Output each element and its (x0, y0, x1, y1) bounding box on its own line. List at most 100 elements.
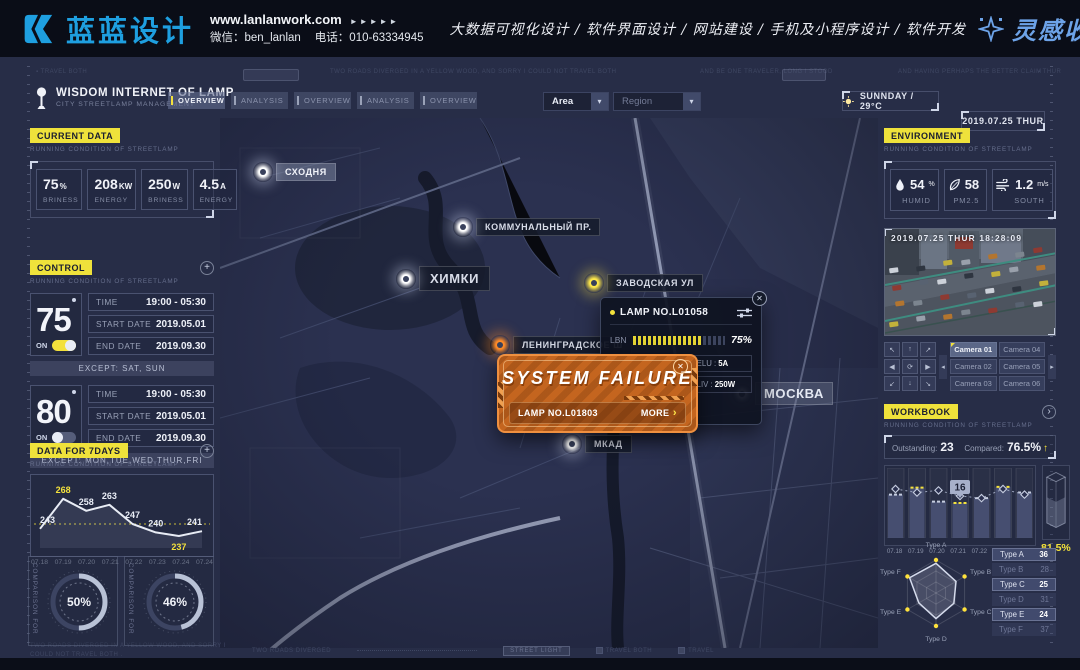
end-date-row[interactable]: END DATE2019.09.30 (88, 337, 214, 355)
region-select[interactable]: Region (613, 92, 701, 111)
system-failure-popup: SYSTEM FAILURE LAMP NO.L01803 MORE (497, 354, 698, 433)
failure-lamp-id: LAMP NO.L01803 (518, 408, 598, 418)
current-data-panel: CURRENT DATA RUNNING CONDITION OF STREET… (30, 128, 214, 218)
lamp-marker-icon[interactable] (396, 269, 416, 289)
sun-icon (843, 96, 854, 107)
start-date-row[interactable]: START DATE2019.05.01 (88, 315, 214, 333)
map-location-kommunalny[interactable]: КОММУНАЛЬНЫЙ ПР. (453, 217, 600, 237)
pan-right-button[interactable]: ▶ (920, 359, 936, 374)
workbook-next-button[interactable] (1042, 405, 1056, 419)
panel-badge: ENVIRONMENT (884, 128, 970, 143)
time-row[interactable]: TIME19:00 - 05:30 (88, 293, 214, 311)
pan-left-button[interactable]: ◀ (884, 359, 900, 374)
more-button[interactable]: MORE (641, 407, 677, 419)
svg-text:258: 258 (79, 497, 94, 507)
pan-down-left-button[interactable]: ↙ (884, 376, 900, 391)
camera-06-button[interactable]: Camera 06 (999, 376, 1046, 391)
type-row-d[interactable]: Type D31 (992, 593, 1056, 606)
humidity-stat: 54% HUMID (890, 169, 939, 211)
date-text: 2019.07.25 THUR (962, 116, 1044, 126)
camera-04-button[interactable]: Camera 04 (999, 342, 1046, 357)
expand-chart-button[interactable] (200, 444, 214, 458)
camera-03-button[interactable]: Camera 03 (950, 376, 997, 391)
pan-up-button[interactable]: ↑ (902, 342, 918, 357)
map-location-zavodskaya[interactable]: ЗАВОДСКАЯ УЛ (584, 273, 703, 293)
tab-overview-1[interactable]: OVERVIEW (168, 92, 225, 109)
camera-01-button[interactable]: Camera 01 (950, 342, 997, 357)
sliders-icon[interactable] (737, 308, 752, 318)
pan-down-button[interactable]: ↓ (902, 376, 918, 391)
bottom-bar (0, 658, 1080, 670)
start-date-row[interactable]: START DATE2019.05.01 (88, 407, 214, 425)
map-location-shodnya[interactable]: СХОДНЯ (253, 162, 336, 182)
tab-tick (360, 96, 362, 105)
tab-label: OVERVIEW (178, 96, 225, 105)
add-schedule-button[interactable] (200, 261, 214, 275)
map-location-khimki[interactable]: ХИМКИ (396, 266, 490, 291)
header-tabs: OVERVIEW ANALYSIS OVERVIEW ANALYSIS OVER… (168, 92, 477, 109)
sparkle-icon (978, 16, 1004, 42)
area-select[interactable]: Area (543, 92, 609, 111)
camera-prev-button[interactable]: ◂ (939, 355, 947, 379)
workbook-bar-chart: 16 07.1807.19 07.2007.21 07.2207.23 07.2… (884, 465, 1036, 555)
lamp-toggle[interactable] (52, 340, 76, 351)
street-light-badge: STREET LIGHT (503, 646, 570, 656)
lamp-marker-icon[interactable] (253, 162, 273, 182)
gauge-ring: 46% (139, 566, 211, 638)
brightness-box: 80 ON (30, 385, 82, 448)
camera-dpad: ↖ ↑ ↗ ◀ ⟳ ▶ ↙ ↓ ↘ (884, 342, 936, 391)
camera-02-button[interactable]: Camera 02 (950, 359, 997, 374)
type-row-a[interactable]: Type A36 (992, 548, 1056, 561)
reset-view-button[interactable]: ⟳ (902, 359, 918, 374)
traffic-scene (885, 229, 1056, 336)
tab-overview-2[interactable]: OVERVIEW (294, 92, 351, 109)
outstanding-value: 23 (940, 440, 953, 454)
lamp-marker-icon[interactable] (453, 217, 473, 237)
lamp-marker-icon[interactable] (562, 434, 582, 454)
tab-label: OVERVIEW (430, 96, 477, 105)
type-row-f[interactable]: Type F37 (992, 623, 1056, 636)
lamp-marker-failure-icon[interactable] (490, 335, 510, 355)
map-location-mkad[interactable]: МКАД (562, 434, 632, 454)
type-row-b[interactable]: Type B28 (992, 563, 1056, 576)
lamp-marker-warning-icon[interactable] (584, 273, 604, 293)
travel-checkbox[interactable]: TRAVEL (678, 647, 714, 654)
city-map[interactable]: СХОДНЯ КОММУНАЛЬНЫЙ ПР. ХИМКИ ЗАВОДСКАЯ … (220, 118, 878, 648)
camera-next-button[interactable]: ▸ (1048, 355, 1056, 379)
panel-subtitle: RUNNING CONDITION OF STREETLAMP (884, 422, 1056, 429)
brightness-bar[interactable] (633, 336, 725, 345)
brand-phone: 电话：010-63334945 (315, 32, 424, 44)
brand-logo-text: 蓝蓝设计 (66, 8, 194, 50)
except-days: EXCEPT: SAT, SUN (30, 361, 214, 376)
tab-analysis-2[interactable]: ANALYSIS (357, 92, 414, 109)
tab-overview-3[interactable]: OVERVIEW (420, 92, 477, 109)
tab-tick (297, 96, 299, 105)
environment-panel: ENVIRONMENT RUNNING CONDITION OF STREETL… (884, 128, 1056, 219)
travel-both-checkbox[interactable]: TRAVEL BOTH (596, 647, 653, 654)
location-label: МОСКВА (755, 382, 833, 405)
chevron-down-icon[interactable] (591, 93, 608, 110)
pan-up-right-button[interactable]: ↗ (920, 342, 936, 357)
inspiration-label: 灵感收集 (1012, 11, 1080, 46)
inspiration-collect[interactable]: 灵感收集 (978, 11, 1080, 46)
time-row[interactable]: TIME19:00 - 05:30 (88, 385, 214, 403)
lamp-toggle[interactable] (52, 432, 76, 443)
tab-analysis-1[interactable]: ANALYSIS (231, 92, 288, 109)
brand-website[interactable]: www.lanlanwork.com (210, 12, 342, 27)
camera-05-button[interactable]: Camera 05 (999, 359, 1046, 374)
close-icon[interactable] (752, 291, 767, 306)
camera-feed[interactable]: 2019.07.25 THUR 18:28:09 (884, 228, 1056, 336)
type-row-e[interactable]: Type E24 (992, 608, 1056, 621)
type-row-c[interactable]: Type C25 (992, 578, 1056, 591)
type-list: Type A36 Type B28 Type C25 Type D31 Type… (992, 548, 1056, 645)
panel-subtitle: RUNNING CONDITION OF STREETLAMP (30, 146, 214, 153)
control-group-1: 75 ON TIME19:00 - 05:30 START DATE2019.0… (30, 293, 214, 356)
location-label: КОММУНАЛЬНЫЙ ПР. (476, 218, 600, 236)
workbook-stats: Outstanding: 23 Compared: 76.5% (884, 435, 1056, 459)
close-icon[interactable] (673, 359, 688, 374)
pan-down-right-button[interactable]: ↘ (920, 376, 936, 391)
chevron-down-icon[interactable] (683, 93, 700, 110)
up-arrow-icon (1043, 443, 1048, 454)
dotted-divider (357, 650, 477, 651)
pan-up-left-button[interactable]: ↖ (884, 342, 900, 357)
